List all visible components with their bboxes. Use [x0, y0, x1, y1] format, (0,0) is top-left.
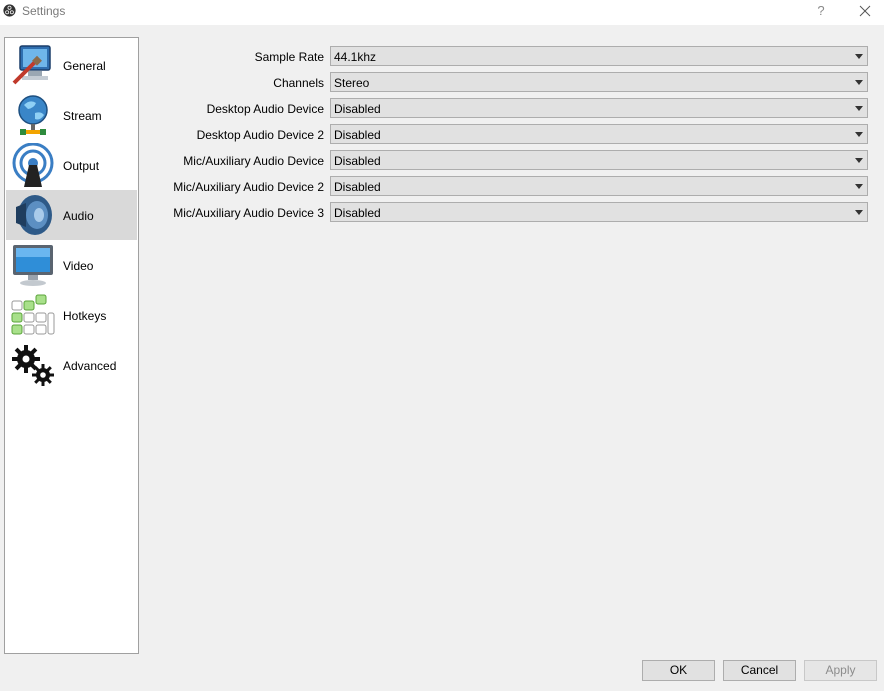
mic-aux-device-select[interactable]: Disabled [330, 150, 868, 170]
chevron-down-icon [855, 158, 863, 163]
mic-aux-device-2-value: Disabled [334, 180, 381, 194]
channels-select[interactable]: Stereo [330, 72, 868, 92]
chevron-down-icon [855, 184, 863, 189]
sidebar-item-advanced[interactable]: Advanced [6, 340, 137, 390]
chevron-down-icon [855, 132, 863, 137]
mic-aux-device-3-value: Disabled [334, 206, 381, 220]
mic-aux-device-3-select[interactable]: Disabled [330, 202, 868, 222]
cancel-button[interactable]: Cancel [723, 660, 796, 681]
desktop-audio-device-2-select[interactable]: Disabled [330, 124, 868, 144]
title-bar: Settings ? [0, 0, 884, 25]
sidebar-item-label: Video [63, 259, 94, 273]
window-title: Settings [22, 4, 66, 18]
apply-button[interactable]: Apply [804, 660, 877, 681]
desktop-audio-device-2-label: Desktop Audio Device 2 [196, 128, 324, 142]
video-monitor-icon [13, 245, 53, 286]
desktop-audio-device-select[interactable]: Disabled [330, 98, 868, 118]
ok-button[interactable]: OK [642, 660, 715, 681]
chevron-down-icon [855, 106, 863, 111]
obs-logo-icon [3, 4, 16, 17]
channels-label: Channels [273, 76, 324, 90]
mic-aux-device-label: Mic/Auxiliary Audio Device [183, 154, 324, 168]
hotkeys-keyboard-icon [11, 294, 55, 335]
sample-rate-select[interactable]: 44.1khz [330, 46, 868, 66]
mic-aux-device-2-select[interactable]: Disabled [330, 176, 868, 196]
sample-rate-label: Sample Rate [254, 50, 324, 64]
sidebar-item-video[interactable]: Video [6, 240, 137, 290]
desktop-audio-device-2-value: Disabled [334, 128, 381, 142]
help-button[interactable]: ? [812, 2, 830, 20]
chevron-down-icon [855, 210, 863, 215]
advanced-gears-icon [12, 345, 54, 386]
chevron-down-icon [855, 80, 863, 85]
chevron-down-icon [855, 54, 863, 59]
sidebar-item-label: Advanced [63, 359, 117, 373]
desktop-audio-device-label: Desktop Audio Device [206, 102, 324, 116]
channels-value: Stereo [334, 76, 370, 90]
close-icon[interactable] [856, 2, 874, 20]
sidebar-item-label: Hotkeys [63, 309, 107, 323]
mic-aux-device-2-label: Mic/Auxiliary Audio Device 2 [173, 180, 324, 194]
mic-aux-device-value: Disabled [334, 154, 381, 168]
desktop-audio-device-value: Disabled [334, 102, 381, 116]
mic-aux-device-3-label: Mic/Auxiliary Audio Device 3 [173, 206, 324, 220]
sidebar-item-hotkeys[interactable]: Hotkeys [6, 290, 137, 340]
sample-rate-value: 44.1khz [334, 50, 377, 64]
